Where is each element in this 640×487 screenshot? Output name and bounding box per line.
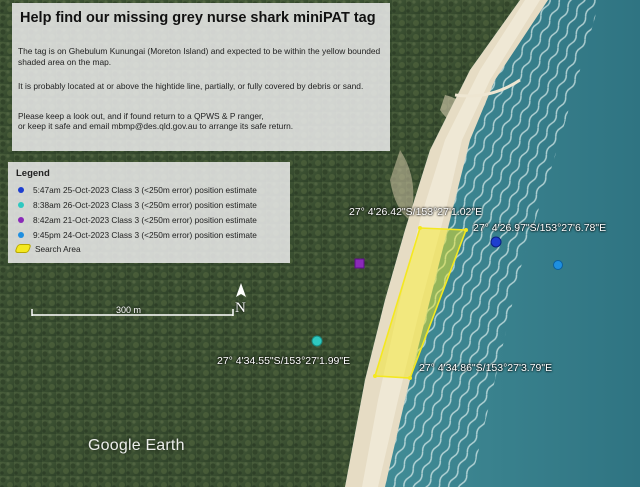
cyan-dot-icon (18, 201, 24, 208)
se-corner-marker (408, 376, 412, 380)
google-earth-watermark: Google Earth (88, 437, 185, 454)
scale-label: 300 m (116, 305, 142, 315)
legend-item-label: 8:42am 21-Oct-2023 Class 3 (<250m error)… (33, 215, 257, 225)
info-panel: Help find our missing grey nurse shark m… (12, 3, 390, 151)
legend-title: Legend (16, 168, 50, 179)
blue-dot-icon (18, 186, 24, 193)
legend-item: Search Area (14, 244, 81, 255)
position-marker-purple[interactable] (354, 258, 365, 269)
legend-item: 9:45pm 24-Oct-2023 Class 3 (<250m error)… (18, 230, 257, 241)
coord-label-nw: 27° 4'26.42"S/153°27'1.02"E (349, 206, 483, 218)
coord-label-ne: 27° 4'26.97"S/153°27'6.78"E (473, 222, 607, 234)
sw-corner-marker (373, 374, 377, 378)
coord-label-sw: 27° 4'34.55"S/153°27'1.99"E (217, 355, 351, 367)
position-marker-cyan[interactable] (311, 335, 323, 347)
north-label: N (235, 300, 246, 316)
legend-item-label: 5:47am 25-Oct-2023 Class 3 (<250m error)… (33, 185, 257, 195)
position-marker-lightblue[interactable] (553, 260, 563, 270)
purple-dot-icon (18, 216, 24, 223)
coord-label-se: 27° 4'34.86"S/153°27'3.79"E (419, 362, 553, 374)
info-paragraph-2: It is probably located at or above the h… (18, 81, 364, 91)
page-title: Help find our missing grey nurse shark m… (20, 10, 376, 26)
legend-item-label: 8:38am 26-Oct-2023 Class 3 (<250m error)… (33, 200, 257, 210)
legend-panel: Legend 5:47am 25-Oct-2023 Class 3 (<250m… (8, 162, 290, 263)
nw-corner-marker (418, 226, 422, 230)
info-paragraph-1: The tag is on Ghebulum Kunungai (Moreton… (18, 46, 381, 67)
legend-item: 8:38am 26-Oct-2023 Class 3 (<250m error)… (18, 200, 257, 211)
search-area-swatch-icon (14, 244, 32, 254)
light-blue-dot-icon (18, 231, 24, 238)
info-paragraph-3: Please keep a look out, and if found ret… (18, 111, 264, 121)
legend-item: 8:42am 21-Oct-2023 Class 3 (<250m error)… (18, 215, 257, 226)
legend-item-label: Search Area (35, 244, 81, 254)
position-marker-blue[interactable] (490, 236, 502, 248)
legend-item-label: 9:45pm 24-Oct-2023 Class 3 (<250m error)… (33, 230, 257, 240)
legend-item: 5:47am 25-Oct-2023 Class 3 (<250m error)… (18, 185, 257, 196)
info-paragraph-4: or keep it safe and email mbmp@des.qld.g… (18, 121, 294, 131)
ne-corner-marker (464, 228, 468, 232)
